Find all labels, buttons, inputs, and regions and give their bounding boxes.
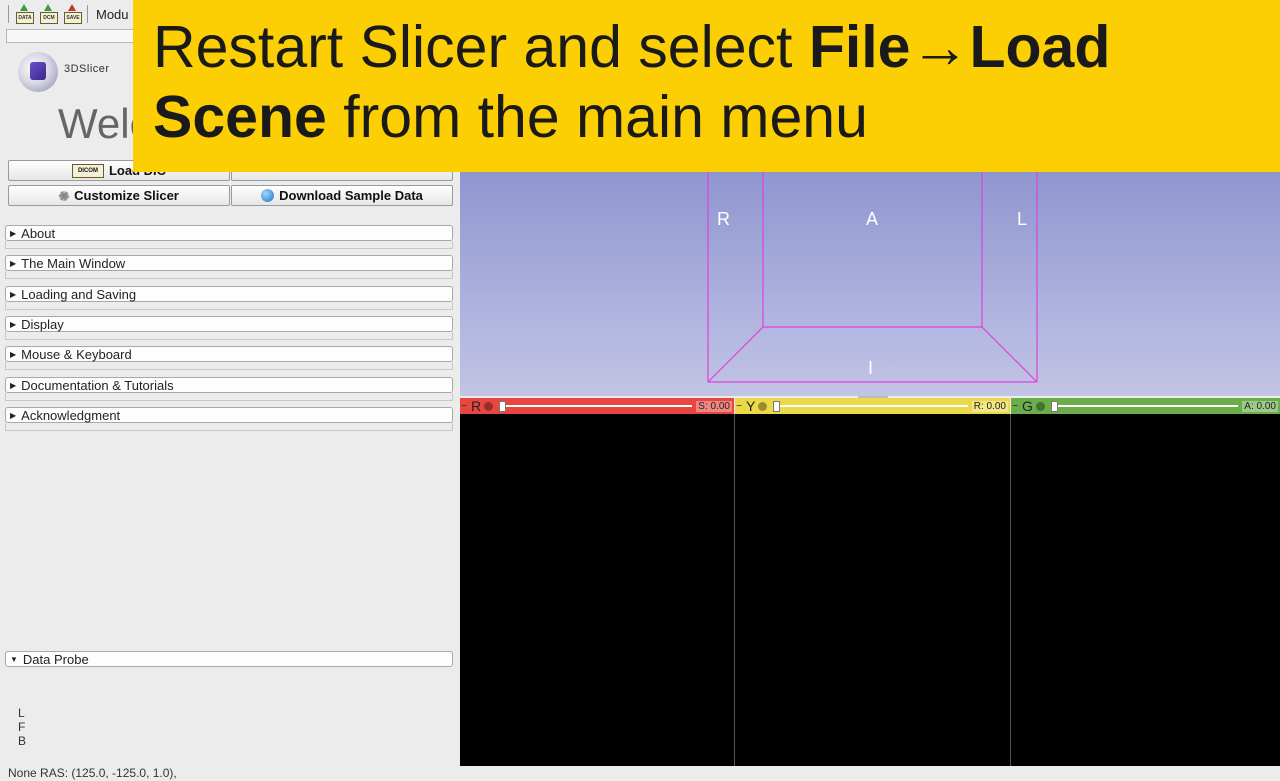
panel-label: About xyxy=(21,225,56,241)
collapsed-arrow-icon: ▶ xyxy=(10,258,17,268)
slice-offset-slider[interactable] xyxy=(499,401,693,412)
slice-offset-slider[interactable] xyxy=(1050,401,1239,412)
modules-label[interactable]: Modu xyxy=(96,7,129,22)
download-sample-data-label: Download Sample Data xyxy=(279,188,423,203)
panel-body xyxy=(5,332,453,340)
slice-offset-value: S: 0.00 xyxy=(696,400,732,412)
panel-data-probe[interactable]: ▼ Data Probe xyxy=(5,651,453,667)
red-slice-view[interactable] xyxy=(460,414,734,766)
collapsed-arrow-icon: ▶ xyxy=(10,349,17,359)
instruction-prefix: Restart Slicer and select xyxy=(153,14,809,80)
panel-label: Documentation & Tutorials xyxy=(21,377,174,393)
panel-loading-saving[interactable]: ▶ Loading and Saving xyxy=(5,286,453,302)
logo-text: 3DSlicer xyxy=(64,63,110,75)
probe-ras-readout: None RAS: (125.0, -125.0, 1.0), xyxy=(8,766,177,780)
eye-icon[interactable] xyxy=(484,401,494,411)
panel-body xyxy=(5,271,453,279)
panel-main-window[interactable]: ▶ The Main Window xyxy=(5,255,453,271)
collapsed-arrow-icon: ▶ xyxy=(10,228,17,238)
yellow-slice-view[interactable] xyxy=(735,414,1010,766)
slice-offset-value: R: 0.00 xyxy=(971,400,1008,412)
panel-body xyxy=(5,393,453,401)
load-data-icon[interactable]: DATA xyxy=(15,4,34,24)
probe-line: B xyxy=(18,734,27,748)
expanded-arrow-icon: ▼ xyxy=(10,654,18,664)
instruction-suffix: from the main menu xyxy=(326,84,868,150)
collapsed-arrow-icon: ▶ xyxy=(10,380,17,390)
pin-icon[interactable]: − xyxy=(460,401,468,412)
panel-label: Acknowledgment xyxy=(21,407,121,423)
slice-offset-value: A: 0.00 xyxy=(1242,400,1278,412)
3d-label-inferior: I xyxy=(868,358,874,378)
eye-icon[interactable] xyxy=(758,401,768,411)
slice-letter: R xyxy=(471,398,482,414)
slider-thumb[interactable] xyxy=(1050,401,1058,412)
panel-body xyxy=(5,362,453,370)
3d-label-left: L xyxy=(1017,209,1028,229)
load-dicom-icon[interactable]: DCM xyxy=(39,4,58,24)
probe-line: F xyxy=(18,720,26,734)
eye-icon[interactable] xyxy=(1035,401,1045,411)
collapsed-arrow-icon: ▶ xyxy=(10,289,17,299)
download-sample-data-button[interactable]: Download Sample Data xyxy=(231,185,453,206)
globe-icon xyxy=(261,189,275,202)
customize-slicer-label: Customize Slicer xyxy=(74,188,179,203)
panel-label: The Main Window xyxy=(21,255,126,271)
yellow-slice-controller: − Y R: 0.00 xyxy=(735,398,1010,414)
green-slice-controller: − G A: 0.00 xyxy=(1011,398,1280,414)
panel-body xyxy=(5,423,453,431)
data-probe-values: L F B xyxy=(18,706,26,748)
customize-slicer-button[interactable]: Customize Slicer xyxy=(8,185,230,206)
slicer-logo-icon xyxy=(18,52,58,92)
slider-thumb[interactable] xyxy=(499,401,507,412)
panel-label: Mouse & Keyboard xyxy=(21,346,132,362)
dicom-icon: DICOM xyxy=(71,163,104,178)
panel-label: Display xyxy=(21,316,64,332)
3d-view[interactable]: R A L I xyxy=(460,172,1280,396)
panel-display[interactable]: ▶ Display xyxy=(5,316,453,332)
gear-icon xyxy=(59,190,70,201)
slider-thumb[interactable] xyxy=(773,401,781,412)
instruction-overlay: Restart Slicer and select File→Load Scen… xyxy=(133,0,1280,172)
pin-icon[interactable]: − xyxy=(1011,401,1019,412)
toolbar-separator xyxy=(87,5,88,23)
slice-letter: G xyxy=(1022,398,1033,414)
collapsed-arrow-icon: ▶ xyxy=(10,319,17,329)
toolbar-separator xyxy=(8,5,9,23)
3d-label-right: R xyxy=(717,209,730,229)
slice-offset-slider[interactable] xyxy=(773,401,968,412)
green-slice-view[interactable] xyxy=(1011,414,1280,766)
save-icon[interactable]: SAVE xyxy=(63,4,82,24)
panel-acknowledgment[interactable]: ▶ Acknowledgment xyxy=(5,407,453,423)
pin-icon[interactable]: − xyxy=(735,401,743,412)
panel-about[interactable]: ▶ About xyxy=(5,225,453,241)
panel-body xyxy=(5,241,453,249)
panel-mouse-keyboard[interactable]: ▶ Mouse & Keyboard xyxy=(5,346,453,362)
3d-label-anterior: A xyxy=(866,209,879,229)
probe-line: L xyxy=(18,706,25,720)
panel-body xyxy=(5,302,453,310)
panel-documentation[interactable]: ▶ Documentation & Tutorials xyxy=(5,377,453,393)
panel-label: Loading and Saving xyxy=(21,286,137,302)
collapsed-arrow-icon: ▶ xyxy=(10,410,17,420)
panel-label: Data Probe xyxy=(22,651,89,667)
slice-letter: Y xyxy=(746,398,756,414)
instruction-text: Restart Slicer and select File→Load Scen… xyxy=(153,12,1280,152)
red-slice-controller: − R S: 0.00 xyxy=(460,398,734,414)
